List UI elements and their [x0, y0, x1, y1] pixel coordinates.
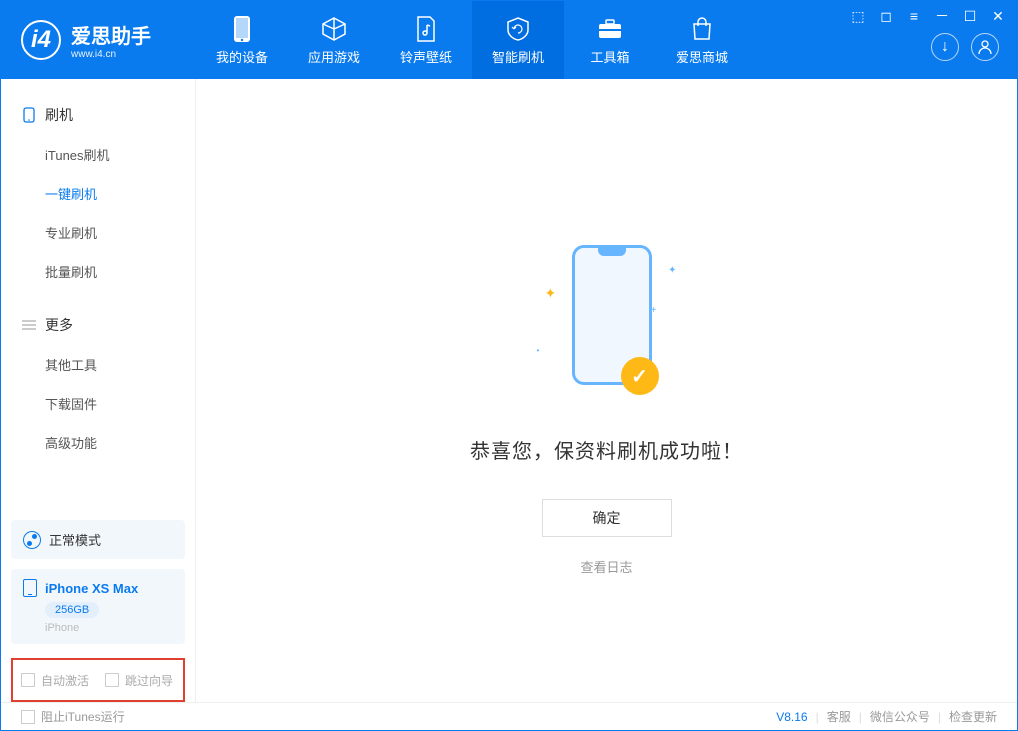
window-controls: ⬚ ◻ ≡ － ☐ ✕ — [851, 9, 1005, 23]
checkbox-icon — [105, 673, 119, 687]
ok-button[interactable]: 确定 — [542, 499, 672, 537]
sidebar-item-oneclick[interactable]: 一键刷机 — [1, 174, 195, 213]
phone-icon — [228, 15, 256, 43]
cube-icon — [320, 15, 348, 43]
sidebar-item-batch[interactable]: 批量刷机 — [1, 252, 195, 291]
tab-ringtone[interactable]: 铃声壁纸 — [380, 1, 472, 79]
list-icon — [21, 317, 37, 333]
update-link[interactable]: 检查更新 — [949, 708, 997, 725]
sidebar-item-advanced[interactable]: 高级功能 — [1, 423, 195, 462]
toolbox-icon — [596, 15, 624, 43]
app-title: 爱思助手 — [71, 20, 151, 49]
device-name: iPhone XS Max — [45, 581, 138, 596]
sidebar-item-other-tools[interactable]: 其他工具 — [1, 345, 195, 384]
refresh-shield-icon — [504, 15, 532, 43]
tab-label: 我的设备 — [216, 47, 268, 66]
checkbox-auto-activate[interactable]: 自动激活 — [21, 672, 89, 689]
tab-toolbox[interactable]: 工具箱 — [564, 1, 656, 79]
options-highlight-box: 自动激活 跳过向导 — [11, 658, 185, 702]
service-link[interactable]: 客服 — [827, 708, 851, 725]
header: i4 爱思助手 www.i4.cn 我的设备 应用游戏 铃声壁纸 智能刷机 工具… — [1, 1, 1017, 79]
logo-section: i4 爱思助手 www.i4.cn — [1, 20, 196, 60]
separator: | — [816, 710, 819, 724]
wechat-link[interactable]: 微信公众号 — [870, 708, 930, 725]
sparkle-icon: ✦ — [668, 265, 676, 276]
success-message: 恭喜您，保资料刷机成功啦！ — [470, 435, 743, 464]
phone-small-icon — [23, 579, 37, 597]
app-logo-icon: i4 — [21, 20, 61, 60]
body: 刷机 iTunes刷机 一键刷机 专业刷机 批量刷机 更多 其他工具 下载固件 … — [1, 79, 1017, 702]
footer: 阻止iTunes运行 V8.16 | 客服 | 微信公众号 | 检查更新 — [1, 702, 1017, 730]
close-icon[interactable]: ✕ — [991, 9, 1005, 23]
mode-card[interactable]: 正常模式 — [11, 520, 185, 559]
section-title: 更多 — [45, 315, 73, 335]
logo-text: 爱思助手 www.i4.cn — [71, 20, 151, 60]
sparkle-icon: + — [651, 305, 657, 316]
tab-label: 智能刷机 — [492, 47, 544, 66]
footer-right: V8.16 | 客服 | 微信公众号 | 检查更新 — [776, 708, 997, 725]
sparkle-icon: ✦ — [545, 285, 557, 302]
device-capacity: 256GB — [45, 602, 99, 618]
checkbox-label: 自动激活 — [41, 672, 89, 689]
maximize-icon[interactable]: ☐ — [963, 9, 977, 23]
tab-apps[interactable]: 应用游戏 — [288, 1, 380, 79]
checkbox-icon — [21, 710, 35, 724]
checkbox-label: 跳过向导 — [125, 672, 173, 689]
tab-label: 铃声壁纸 — [400, 47, 452, 66]
checkbox-block-itunes[interactable]: 阻止iTunes运行 — [21, 708, 125, 725]
checkbox-icon — [21, 673, 35, 687]
version-label: V8.16 — [776, 710, 807, 724]
tab-flash[interactable]: 智能刷机 — [472, 1, 564, 79]
nav-tabs: 我的设备 应用游戏 铃声壁纸 智能刷机 工具箱 爱思商城 — [196, 1, 748, 79]
view-log-link[interactable]: 查看日志 — [580, 557, 632, 576]
tab-label: 爱思商城 — [676, 47, 728, 66]
bag-icon — [688, 15, 716, 43]
checkbox-label: 阻止iTunes运行 — [41, 708, 125, 725]
main-content: ✓ ✦ ✦ • + 恭喜您，保资料刷机成功啦！ 确定 查看日志 — [196, 79, 1017, 702]
sidebar-item-itunes[interactable]: iTunes刷机 — [1, 135, 195, 174]
sidebar-section-flash: 刷机 — [1, 99, 195, 135]
check-badge-icon: ✓ — [621, 357, 659, 395]
header-right-icons: ↓ — [931, 33, 999, 61]
device-card[interactable]: iPhone XS Max 256GB iPhone — [11, 569, 185, 644]
app-subtitle: www.i4.cn — [71, 49, 151, 60]
separator: | — [938, 710, 941, 724]
mode-icon — [23, 531, 41, 549]
minimize-icon[interactable]: － — [935, 9, 949, 23]
tab-my-device[interactable]: 我的设备 — [196, 1, 288, 79]
device-icon — [21, 107, 37, 123]
footer-left: 阻止iTunes运行 — [21, 708, 125, 725]
music-file-icon — [412, 15, 440, 43]
separator: | — [859, 710, 862, 724]
tab-label: 工具箱 — [590, 47, 629, 66]
skin-icon[interactable]: ⬚ — [851, 9, 865, 23]
sparkle-icon: • — [537, 346, 540, 355]
device-name-row: iPhone XS Max — [23, 579, 173, 597]
menu-icon[interactable]: ≡ — [907, 9, 921, 23]
sidebar-item-pro[interactable]: 专业刷机 — [1, 213, 195, 252]
section-title: 刷机 — [45, 105, 73, 125]
sidebar-item-download-fw[interactable]: 下载固件 — [1, 384, 195, 423]
device-panel: 正常模式 iPhone XS Max 256GB iPhone — [11, 520, 185, 644]
sidebar-section-more: 更多 — [1, 309, 195, 345]
user-icon[interactable] — [971, 33, 999, 61]
tab-store[interactable]: 爱思商城 — [656, 1, 748, 79]
feedback-icon[interactable]: ◻ — [879, 9, 893, 23]
checkbox-skip-guide[interactable]: 跳过向导 — [105, 672, 173, 689]
sidebar: 刷机 iTunes刷机 一键刷机 专业刷机 批量刷机 更多 其他工具 下载固件 … — [1, 79, 196, 702]
device-type: iPhone — [45, 622, 173, 634]
tab-label: 应用游戏 — [308, 47, 360, 66]
download-icon[interactable]: ↓ — [931, 33, 959, 61]
mode-label: 正常模式 — [49, 530, 101, 549]
success-illustration: ✓ ✦ ✦ • + — [537, 245, 677, 405]
